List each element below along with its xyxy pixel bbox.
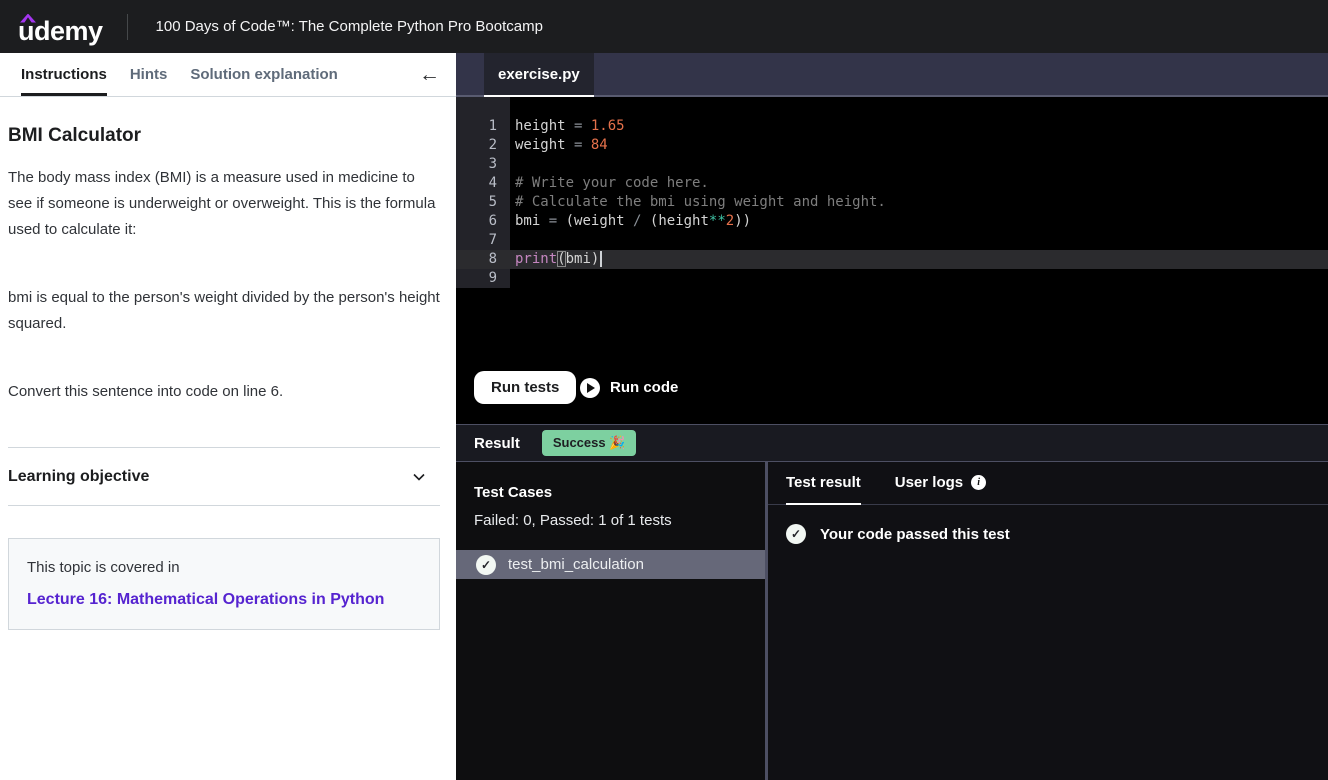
topic-covered-box: This topic is covered in Lecture 16: Mat… xyxy=(8,538,440,630)
instructions-content: BMI Calculator The body mass index (BMI)… xyxy=(0,97,456,630)
test-case-list: ✓ test_bmi_calculation xyxy=(456,550,765,579)
tab-user-logs[interactable]: User logs i xyxy=(894,474,987,504)
tab-hints[interactable]: Hints xyxy=(130,53,168,96)
instructions-panel: Instructions Hints Solution explanation … xyxy=(0,53,456,780)
code-token: )) xyxy=(734,213,752,229)
code-line[interactable] xyxy=(510,269,1328,288)
editor-tabbar: exercise.py xyxy=(456,53,1328,97)
code-token: 2 xyxy=(725,213,735,229)
code-token: ( xyxy=(565,213,575,229)
code-workspace: exercise.py 123456789 height = 1.65 weigh… xyxy=(456,53,1328,780)
test-cases-header: Test Cases Failed: 0, Passed: 1 of 1 tes… xyxy=(456,462,765,529)
tab-test-result[interactable]: Test result xyxy=(786,474,861,505)
code-line[interactable]: print(bmi) xyxy=(510,250,1328,269)
code-line[interactable]: height = 1.65 xyxy=(510,117,1328,136)
line-number: 8 xyxy=(456,250,510,269)
run-code-label: Run code xyxy=(610,379,679,396)
line-number: 2 xyxy=(488,137,497,153)
code-token: # Calculate the bmi using weight and hei… xyxy=(515,194,886,210)
success-status-badge: Success 🎉 xyxy=(541,430,637,456)
header-divider xyxy=(126,13,128,40)
code-token: height xyxy=(515,118,566,134)
code-lines[interactable]: height = 1.65 weight = 84 # Write your cod… xyxy=(510,97,1328,288)
code-line[interactable] xyxy=(510,155,1328,174)
divider xyxy=(8,505,440,506)
test-case-item[interactable]: ✓ test_bmi_calculation xyxy=(456,550,765,579)
test-cases-summary: Failed: 0, Passed: 1 of 1 tests xyxy=(474,512,672,529)
file-tab-exercise-py[interactable]: exercise.py xyxy=(484,53,594,97)
code-line[interactable] xyxy=(510,231,1328,250)
test-passed-message-row: ✓ Your code passed this test xyxy=(768,505,1328,544)
test-passed-message: Your code passed this test xyxy=(820,525,1010,543)
code-token: ( xyxy=(557,251,566,267)
line-numbers: 1 2 3 4 5 6 7 89 xyxy=(456,97,510,288)
code-token: weight xyxy=(515,137,566,153)
collapse-panel-arrow-icon[interactable]: ← xyxy=(419,63,440,87)
code-token: 84 xyxy=(590,137,608,153)
code-editor[interactable]: 123456789 height = 1.65 weight = 84 # Writ… xyxy=(456,97,1328,424)
user-logs-label: User logs xyxy=(894,474,964,491)
instructions-tabbar: Instructions Hints Solution explanation … xyxy=(0,53,456,97)
lecture-link[interactable]: Lecture 16: Mathematical Operations in P… xyxy=(27,591,421,609)
line-number: 6 xyxy=(488,213,497,229)
code-line[interactable]: bmi = (weight / (height**2)) xyxy=(510,212,1328,231)
code-token: print xyxy=(515,251,558,267)
code-token: = xyxy=(540,213,566,229)
topic-intro-text: This topic is covered in xyxy=(27,559,180,576)
learning-objective-toggle[interactable]: Learning objective xyxy=(8,448,440,505)
check-icon: ✓ xyxy=(476,554,496,575)
results-split: Test Cases Failed: 0, Passed: 1 of 1 tes… xyxy=(456,462,1328,780)
code-token: height xyxy=(658,213,709,229)
line-number: 4 xyxy=(488,175,497,191)
run-code-button[interactable]: Run code xyxy=(580,371,678,404)
code-line[interactable]: # Calculate the bmi using weight and hei… xyxy=(510,193,1328,212)
result-label: Result xyxy=(474,434,520,452)
test-cases-panel: Test Cases Failed: 0, Passed: 1 of 1 tes… xyxy=(456,462,768,780)
test-result-tabbar: Test result User logs i xyxy=(768,462,1328,505)
code-line[interactable]: # Write your code here. xyxy=(510,174,1328,193)
play-icon xyxy=(580,377,600,398)
code-token: ) xyxy=(590,251,600,267)
line-number: 3 xyxy=(488,156,497,172)
code-token: ** xyxy=(708,213,726,229)
udemy-coding-exercise-page: udemy 100 Days of Code™: The Complete Py… xyxy=(0,0,1328,780)
info-icon: i xyxy=(971,475,987,490)
test-result-panel: Test result User logs i ✓ Your code pass… xyxy=(768,462,1328,780)
code-token: weight xyxy=(574,213,625,229)
course-title: 100 Days of Code™: The Complete Python P… xyxy=(155,18,543,35)
line-number: 7 xyxy=(488,232,497,248)
line-number: 5 xyxy=(488,194,497,210)
top-header: udemy 100 Days of Code™: The Complete Py… xyxy=(0,0,1328,53)
line-number: 1 xyxy=(488,118,497,134)
test-case-name: test_bmi_calculation xyxy=(508,556,644,573)
tab-solution-explanation[interactable]: Solution explanation xyxy=(190,53,338,96)
code-token: = xyxy=(565,118,591,134)
test-cases-heading: Test Cases xyxy=(474,484,553,501)
line-number: 9 xyxy=(488,270,497,286)
text-cursor xyxy=(600,251,603,267)
code-line[interactable]: weight = 84 xyxy=(510,136,1328,155)
exercise-title: BMI Calculator xyxy=(8,125,142,146)
code-token: / xyxy=(624,213,650,229)
code-area[interactable]: 123456789 height = 1.65 weight = 84 # Writ… xyxy=(456,97,1328,288)
instructions-paragraph: Convert this sentence into code on line … xyxy=(8,383,284,400)
result-bar: Result Success 🎉 xyxy=(456,424,1328,462)
chevron-down-icon xyxy=(413,473,425,481)
check-icon: ✓ xyxy=(786,524,806,544)
code-token: bmi xyxy=(565,251,591,267)
learning-objective-heading: Learning objective xyxy=(8,467,150,485)
instructions-paragraph: The body mass index (BMI) is a measure u… xyxy=(8,169,436,238)
tab-instructions[interactable]: Instructions xyxy=(21,53,107,96)
run-tests-button[interactable]: Run tests xyxy=(474,371,577,404)
code-token: = xyxy=(565,137,591,153)
udemy-logo[interactable]: udemy xyxy=(18,9,103,45)
code-token: 1.65 xyxy=(590,118,625,134)
code-token: bmi xyxy=(515,213,541,229)
code-token: # Write your code here. xyxy=(515,175,709,191)
instructions-paragraph: bmi is equal to the person's weight divi… xyxy=(8,289,440,332)
